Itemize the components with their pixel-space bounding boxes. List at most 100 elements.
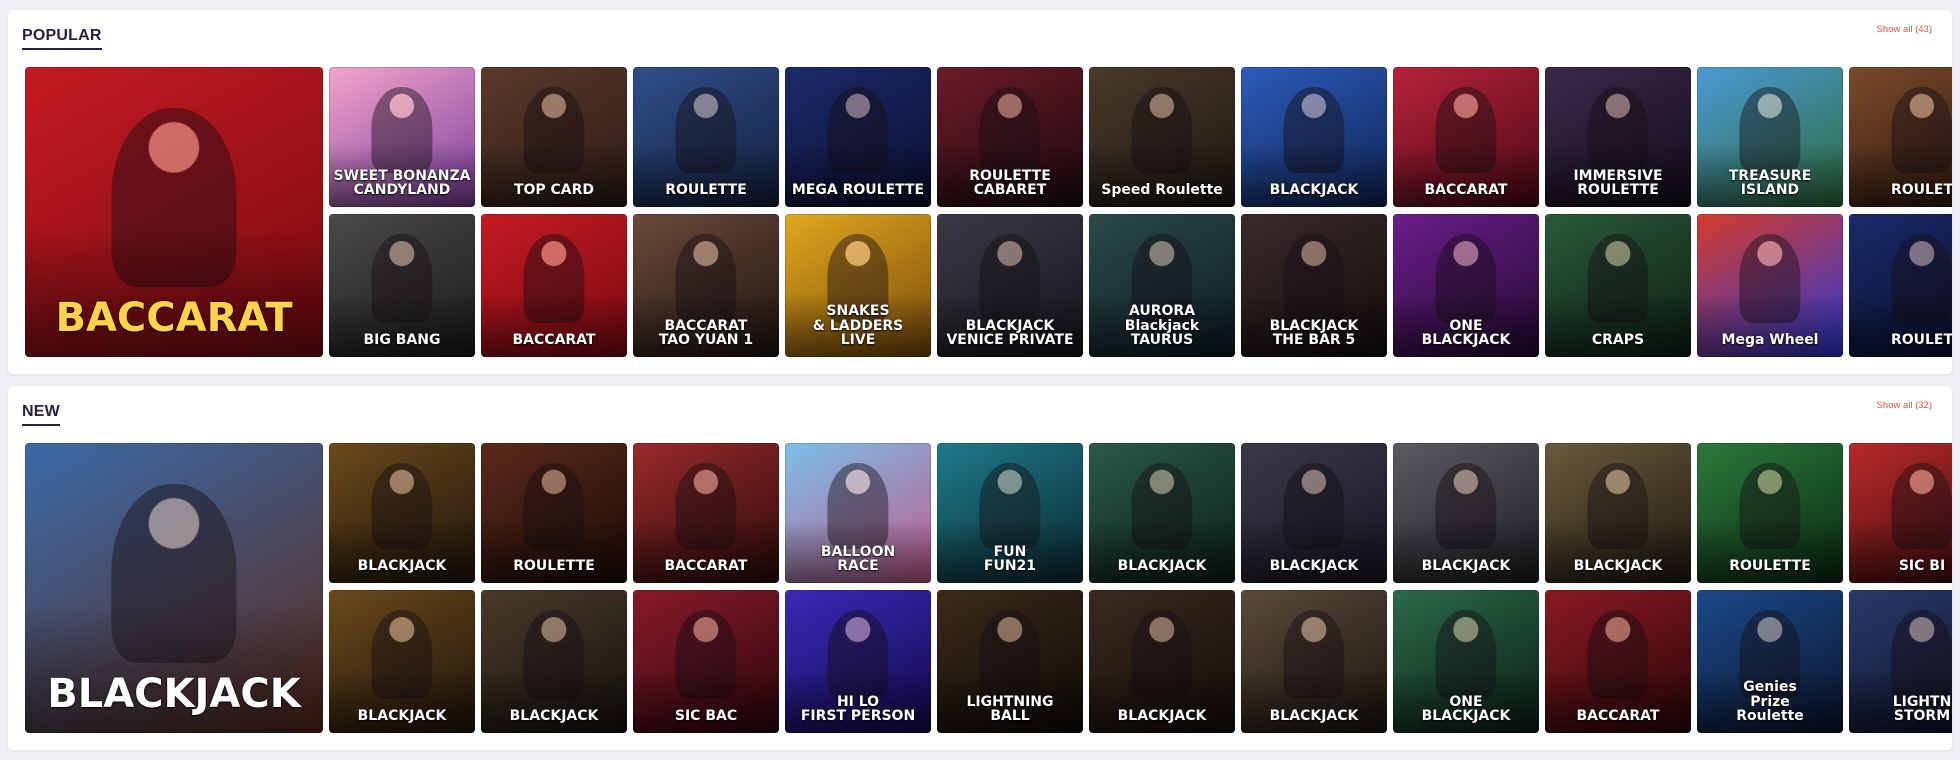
- game-tile[interactable]: BLACKJACK: [1241, 590, 1387, 733]
- game-title: TOP CARD: [513, 182, 595, 199]
- game-title: BLACKJACK: [1117, 708, 1207, 725]
- game-tile[interactable]: BLACKJACK: [329, 443, 475, 583]
- show-all-link[interactable]: Show all (43): [1877, 24, 1932, 35]
- popular-section: POPULAR Show all (43) BACCARAT SWEET BONA…: [8, 10, 1952, 374]
- game-title: SIC BI: [1898, 558, 1946, 575]
- game-tile[interactable]: BACCARAT: [1545, 590, 1691, 733]
- section-title: NEW: [22, 403, 60, 426]
- game-tile[interactable]: Genies Prize Roulette: [1697, 590, 1843, 733]
- game-tile[interactable]: ROULET: [1849, 214, 1952, 357]
- game-tile[interactable]: SIC BAC: [633, 590, 779, 733]
- game-tile[interactable]: BLACKJACK: [1089, 590, 1235, 733]
- game-title: TREASURE ISLAND: [1728, 167, 1812, 199]
- game-tile[interactable]: AURORA Blackjack TAURUS: [1089, 214, 1235, 357]
- game-tile[interactable]: BLACKJACK: [1241, 443, 1387, 583]
- game-tile[interactable]: ROULETTE CABARET: [937, 67, 1083, 207]
- game-tile[interactable]: LIGHTNING BALL: [937, 590, 1083, 733]
- game-title: BLACKJACK: [357, 558, 447, 575]
- game-title: BLACKJACK: [357, 708, 447, 725]
- game-tile[interactable]: ROULET: [1849, 67, 1952, 207]
- game-tile[interactable]: TREASURE ISLAND: [1697, 67, 1843, 207]
- game-tile[interactable]: BLACKJACK: [1545, 443, 1691, 583]
- game-title: BLACKJACK: [47, 671, 301, 717]
- game-title: CRAPS: [1591, 332, 1645, 349]
- game-title: BLACKJACK THE BAR 5: [1269, 317, 1359, 349]
- game-tile[interactable]: Mega Wheel: [1697, 214, 1843, 357]
- game-title: BLACKJACK: [1117, 558, 1207, 575]
- game-title: LIGHTNING BALL: [966, 693, 1054, 725]
- game-title: BACCARAT: [1576, 708, 1660, 725]
- game-title: FUN FUN21: [983, 543, 1037, 575]
- game-tile[interactable]: BACCARAT: [25, 67, 323, 357]
- game-tile[interactable]: Speed Roulette: [1089, 67, 1235, 207]
- game-tile[interactable]: SWEET BONANZA CANDYLAND: [329, 67, 475, 207]
- game-title: BACCARAT: [1424, 182, 1508, 199]
- game-tile[interactable]: BLACKJACK: [1089, 443, 1235, 583]
- game-tile[interactable]: ONE BLACKJACK: [1393, 214, 1539, 357]
- game-tile[interactable]: MEGA ROULETTE: [785, 67, 931, 207]
- game-tile[interactable]: ROULETTE: [1697, 443, 1843, 583]
- game-grid: BLACKJACK BLACKJACK ROULETTE BACCARAT BALLOO…: [25, 443, 1952, 733]
- game-tile[interactable]: CRAPS: [1545, 214, 1691, 357]
- game-tile[interactable]: ROULETTE: [633, 67, 779, 207]
- game-title: BALLOON RACE: [820, 543, 896, 575]
- game-tile[interactable]: BACCARAT: [481, 214, 627, 357]
- game-title: LIGHTN STORM: [1892, 693, 1952, 725]
- game-title: ROULET: [1890, 182, 1952, 199]
- section-title: POPULAR: [22, 27, 102, 50]
- game-title: BLACKJACK VENICE PRIVATE: [946, 317, 1074, 349]
- game-title: MEGA ROULETTE: [791, 182, 925, 199]
- game-title: ONE BLACKJACK: [1421, 317, 1511, 349]
- game-title: SNAKES & LADDERS LIVE: [812, 302, 904, 349]
- game-title: BACCARAT TAO YUAN 1: [658, 317, 754, 349]
- game-tile[interactable]: LIGHTN STORM: [1849, 590, 1952, 733]
- game-title: BACCARAT: [55, 295, 293, 341]
- game-tile[interactable]: ROULETTE: [481, 443, 627, 583]
- game-title: BLACKJACK: [509, 708, 599, 725]
- game-tile[interactable]: SIC BI: [1849, 443, 1952, 583]
- game-tile[interactable]: BLACKJACK: [329, 590, 475, 733]
- game-tile[interactable]: ONE BLACKJACK: [1393, 590, 1539, 733]
- game-title: BACCARAT: [512, 332, 596, 349]
- game-title: ROULETTE CABARET: [969, 167, 1051, 199]
- game-tile[interactable]: HI LO FIRST PERSON: [785, 590, 931, 733]
- show-all-link[interactable]: Show all (32): [1877, 400, 1932, 411]
- game-tile[interactable]: BACCARAT: [633, 443, 779, 583]
- game-title: ROULETTE: [1729, 558, 1811, 575]
- game-tile[interactable]: TOP CARD: [481, 67, 627, 207]
- game-tile[interactable]: BLACKJACK: [1241, 67, 1387, 207]
- game-title: ROULETTE: [513, 558, 595, 575]
- game-tile[interactable]: BLACKJACK: [1393, 443, 1539, 583]
- new-section: NEW Show all (32) BLACKJACK BLACKJACK ROUL…: [8, 386, 1952, 750]
- game-title: Speed Roulette: [1101, 182, 1223, 199]
- game-title: IMMERSIVE ROULETTE: [1573, 167, 1663, 199]
- game-tile[interactable]: BLACKJACK: [481, 590, 627, 733]
- game-tile[interactable]: BLACKJACK: [25, 443, 323, 733]
- game-tile[interactable]: BACCARAT TAO YUAN 1: [633, 214, 779, 357]
- game-title: AURORA Blackjack TAURUS: [1124, 302, 1200, 349]
- game-title: Genies Prize Roulette: [1736, 678, 1804, 725]
- game-tile[interactable]: BACCARAT: [1393, 67, 1539, 207]
- game-title: HI LO FIRST PERSON: [800, 693, 916, 725]
- game-title: BLACKJACK: [1269, 558, 1359, 575]
- game-title: BIG BANG: [363, 332, 441, 349]
- game-tile[interactable]: BLACKJACK VENICE PRIVATE: [937, 214, 1083, 357]
- game-tile[interactable]: FUN FUN21: [937, 443, 1083, 583]
- game-title: ROULET: [1890, 332, 1952, 349]
- game-tile[interactable]: BALLOON RACE: [785, 443, 931, 583]
- game-title: BACCARAT: [664, 558, 748, 575]
- game-title: BLACKJACK: [1421, 558, 1511, 575]
- game-tile[interactable]: BIG BANG: [329, 214, 475, 357]
- game-title: ONE BLACKJACK: [1421, 693, 1511, 725]
- game-grid: BACCARAT SWEET BONANZA CANDYLAND TOP CARD R…: [25, 67, 1952, 357]
- game-title: ROULETTE: [665, 182, 747, 199]
- game-title: BLACKJACK: [1269, 182, 1359, 199]
- game-tile[interactable]: BLACKJACK THE BAR 5: [1241, 214, 1387, 357]
- game-tile[interactable]: SNAKES & LADDERS LIVE: [785, 214, 931, 357]
- game-title: BLACKJACK: [1573, 558, 1663, 575]
- game-tile[interactable]: IMMERSIVE ROULETTE: [1545, 67, 1691, 207]
- game-title: BLACKJACK: [1269, 708, 1359, 725]
- game-title: SIC BAC: [674, 708, 738, 725]
- game-title: Mega Wheel: [1721, 332, 1819, 349]
- game-title: SWEET BONANZA CANDYLAND: [333, 167, 471, 199]
